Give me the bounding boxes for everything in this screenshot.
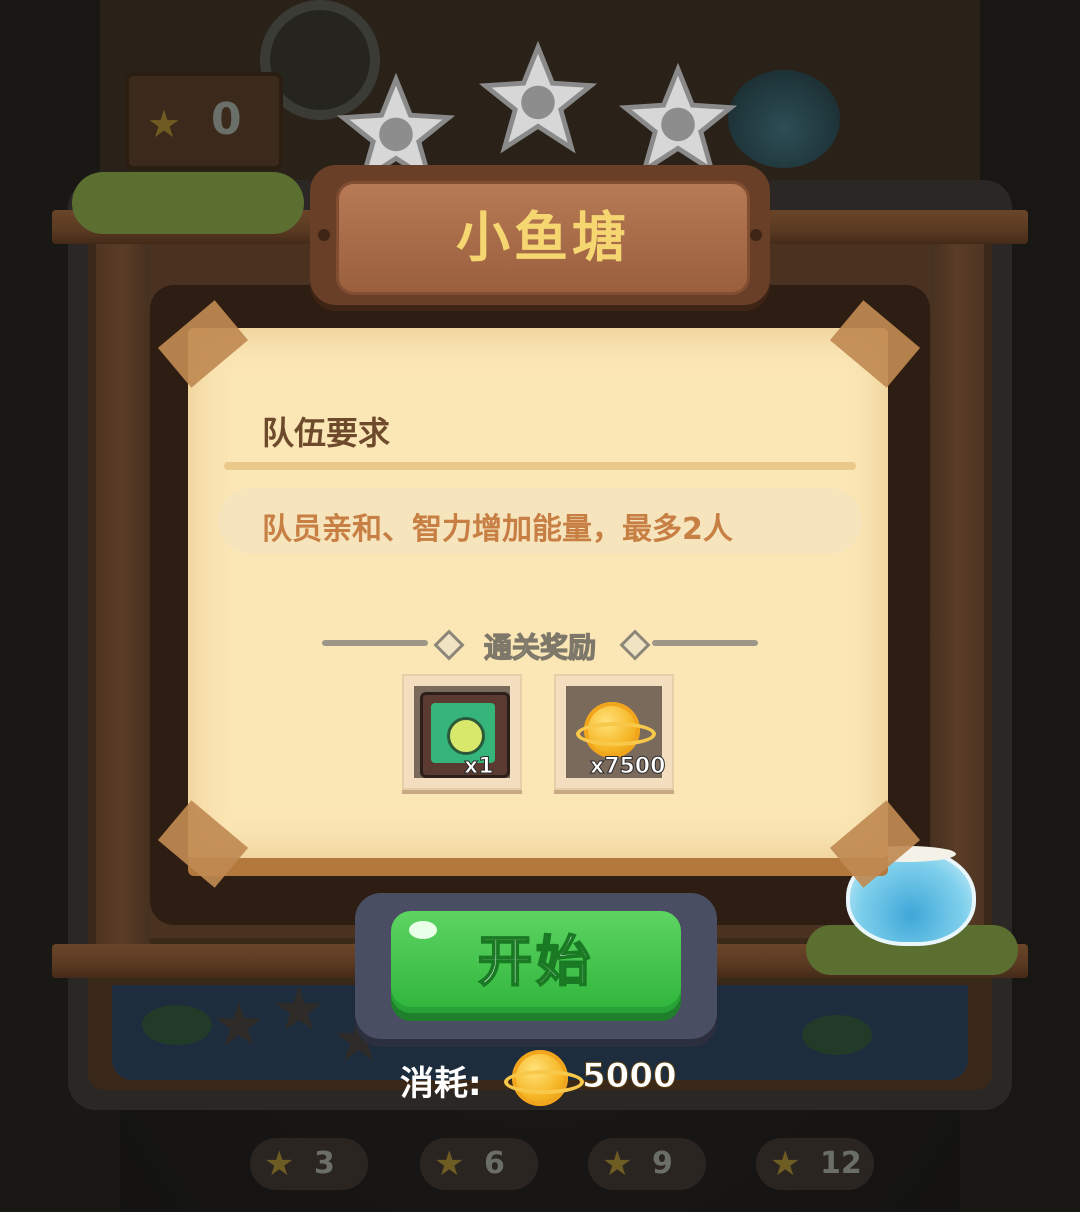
moss-decoration (72, 172, 304, 234)
star-milestone-value: 3 (314, 1146, 335, 1181)
star-icon: ★ (264, 1144, 295, 1184)
start-button[interactable]: 开始 (391, 911, 681, 1013)
start-button-frame: 开始 (355, 893, 717, 1039)
nail-icon (318, 229, 330, 241)
lily-pad-icon (142, 1005, 212, 1045)
reward-item-frame (414, 686, 510, 778)
requirement-title: 队伍要求 (262, 414, 391, 452)
divider (224, 462, 856, 470)
reward-header-label: 通关奖励 (483, 630, 596, 664)
star-milestone-value: 9 (652, 1146, 673, 1181)
board-post-right (930, 230, 984, 950)
level-title-sign: 小鱼塘 (310, 165, 770, 305)
level-title: 小鱼塘 (456, 206, 630, 269)
dim-star-icon: ★ (212, 990, 266, 1060)
star-icon: ★ (602, 1144, 633, 1184)
background-star-count: 0 (211, 94, 242, 145)
start-button-label: 开始 (477, 929, 594, 994)
nail-icon (750, 229, 762, 241)
background-star-counter: ★ 0 (125, 72, 283, 170)
star-milestone-value: 12 (820, 1146, 862, 1181)
reward-item[interactable]: x1 (402, 674, 522, 790)
star-icon: ★ (147, 102, 182, 146)
reward-quantity: x7500 (589, 754, 666, 780)
title-plate: 小鱼塘 (336, 181, 750, 295)
gold-planet-coin-icon (576, 702, 656, 758)
level-info-panel: 队伍要求 队员亲和、智力增加能量，最多2人 通关奖励 x1 x7500 (157, 300, 921, 888)
star-milestone-value: 6 (484, 1146, 505, 1181)
requirement-text: 队员亲和、智力增加能量，最多2人 (262, 512, 733, 547)
star-milestone: ★ 9 (588, 1138, 706, 1190)
lily-pad-icon (802, 1015, 872, 1055)
board-post-left (96, 230, 150, 950)
reward-header: 通关奖励 (322, 626, 758, 665)
star-milestone: ★ 3 (250, 1138, 368, 1190)
reward-item[interactable]: x7500 (554, 674, 674, 790)
star-empty-icon (618, 62, 738, 176)
dim-star-icon: ★ (272, 975, 326, 1045)
diamond-icon (433, 629, 465, 661)
star-milestone: ★ 12 (756, 1138, 874, 1190)
star-icon: ★ (770, 1144, 801, 1184)
reward-header-line-right (652, 640, 758, 646)
star-milestone: ★ 6 (420, 1138, 538, 1190)
diamond-icon (619, 629, 651, 661)
gold-planet-coin-icon (504, 1050, 584, 1106)
cost-label: 消耗: (400, 1064, 482, 1104)
reward-header-line-left (322, 640, 428, 646)
cost-amount: 5000 (582, 1056, 678, 1097)
star-icon: ★ (434, 1144, 465, 1184)
reward-quantity: x1 (464, 754, 494, 780)
star-empty-icon (478, 40, 598, 154)
